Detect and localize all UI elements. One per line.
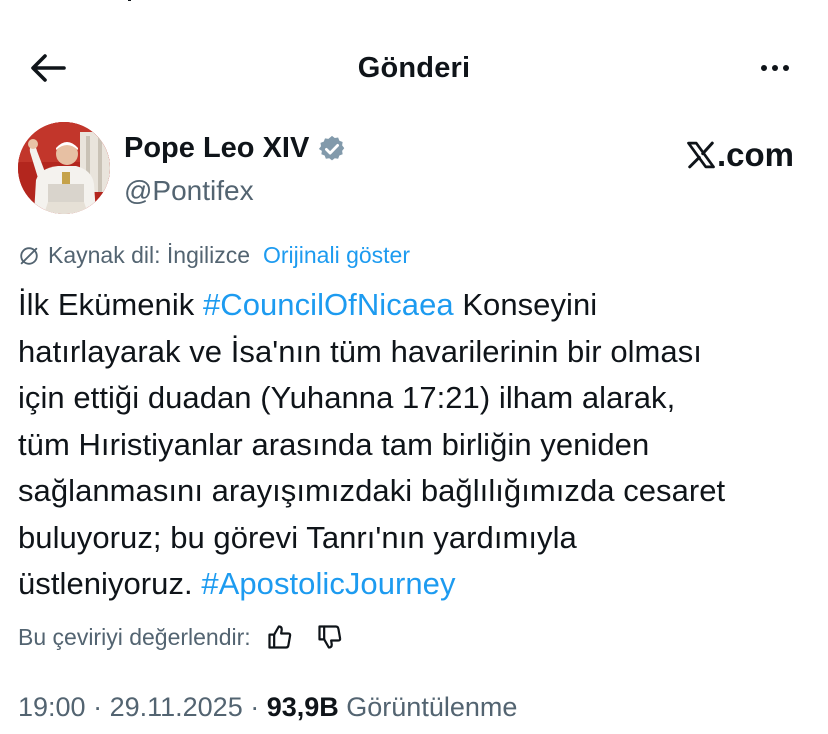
hashtag-link[interactable]: #ApostolicJourney — [201, 566, 455, 601]
views-count[interactable]: 93,9B — [267, 692, 339, 722]
page-title: Gönderi — [357, 52, 471, 84]
tweet-line: İlk Ekümenik #CouncilOfNicaea Konseyini — [18, 287, 598, 322]
tweet-line: üstleniyoruz. #ApostolicJourney — [18, 566, 456, 601]
rate-translation: Bu çeviriyi değerlendir: — [18, 620, 347, 654]
hashtag-link[interactable]: #CouncilOfNicaea — [203, 287, 454, 322]
status-bar-fragment — [126, 0, 140, 4]
translation-info: Kaynak dil: İngilizce Orijinali göster — [18, 242, 410, 269]
tweet-line: sağlanmasını arayışımızdaki bağlılığımız… — [18, 473, 726, 508]
thumbs-up-icon — [268, 625, 291, 649]
watermark-text: .com — [716, 136, 794, 173]
x-com-watermark: .com — [686, 136, 794, 174]
post-date: 29.11.2025 — [109, 692, 243, 722]
avatar[interactable] — [18, 122, 110, 214]
source-language-label: Kaynak dil: İngilizce — [48, 242, 250, 268]
post-time: 19:00 — [18, 692, 86, 722]
tweet-line: tüm Hıristiyanlar arasında tam birliğin … — [18, 426, 650, 462]
verified-badge-icon — [319, 135, 345, 160]
x-logo-icon — [687, 141, 715, 169]
author-handle[interactable]: @Pontifex — [124, 175, 254, 207]
show-original-link[interactable]: Orijinali göster — [263, 242, 410, 269]
thumbs-down-button[interactable] — [313, 620, 347, 654]
tweet-text: İlk Ekümenik #CouncilOfNicaea Konseyini … — [18, 282, 818, 608]
meta-separator: · — [242, 692, 267, 722]
views-label: Görüntülenme — [338, 692, 518, 722]
top-navigation-bar: Gönderi — [0, 38, 828, 98]
author-name-row[interactable]: Pope Leo XIV — [124, 132, 347, 165]
thumbs-up-button[interactable] — [263, 620, 297, 654]
more-options-button[interactable] — [750, 50, 800, 86]
author-block: Pope Leo XIV @Pontifex .com — [18, 122, 808, 218]
tweet-line: buluyoruz; bu görevi Tanrı'nın yardımıyl… — [18, 519, 577, 555]
tweet-line: için ettiği duadan (Yuhanna 17:21) ilham… — [18, 380, 676, 415]
tweet-meta: 19:00 · 29.11.2025 · 93,9B Görüntülenme — [18, 692, 517, 723]
rate-translation-label: Bu çeviriyi değerlendir: — [18, 623, 251, 650]
meta-separator: · — [85, 692, 110, 722]
tweet-line: hatırlayarak ve İsa'nın tüm havarilerini… — [18, 333, 702, 369]
thumbs-down-icon — [318, 625, 341, 649]
more-horizontal-icon — [761, 65, 767, 71]
display-name: Pope Leo XIV — [124, 132, 310, 164]
globe-slash-icon — [20, 246, 38, 265]
